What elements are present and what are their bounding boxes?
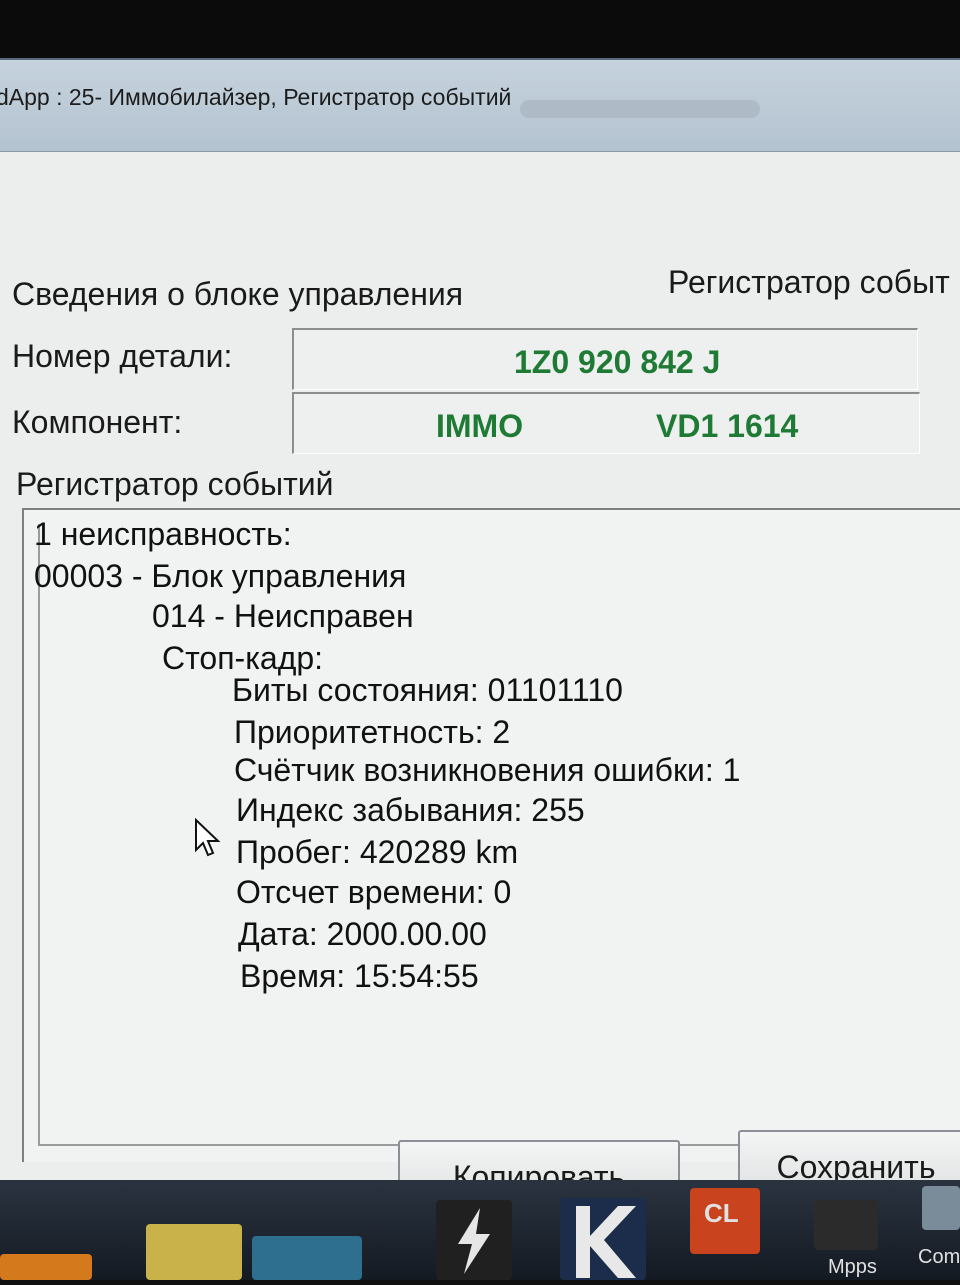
log-line-time-counter: Отсчет времени: 0 xyxy=(236,874,512,910)
app-icon-monitor[interactable] xyxy=(252,1236,362,1280)
log-line-forget-index: Индекс забывания: 255 xyxy=(236,792,585,828)
component-label: Компонент: xyxy=(12,404,183,440)
app-icon-mpps[interactable] xyxy=(814,1200,878,1250)
event-recorder-heading: Регистратор событ xyxy=(668,264,950,300)
component-version: VD1 1614 xyxy=(656,408,799,444)
app-icon-cl[interactable]: CL xyxy=(690,1188,760,1254)
component-field: IMMO VD1 1614 xyxy=(292,392,920,454)
app-icon-chip[interactable] xyxy=(146,1224,242,1280)
log-line-occurrence-counter: Счётчик возникновения ошибки: 1 xyxy=(234,752,741,788)
application-window: dApp : 25- Иммобилайзер, Регистратор соб… xyxy=(0,58,960,1214)
title-bar[interactable]: dApp : 25- Иммобилайзер, Регистратор соб… xyxy=(0,60,960,152)
app-icon-lightning[interactable] xyxy=(436,1200,512,1280)
app-icon-com[interactable] xyxy=(922,1186,960,1230)
app-icon-k[interactable] xyxy=(560,1198,646,1280)
part-number-label: Номер детали: xyxy=(12,338,233,374)
mouse-pointer-icon xyxy=(195,818,221,857)
event-log-label: Регистратор событий xyxy=(16,466,334,502)
log-line-fault-count: 1 неисправность: xyxy=(34,516,292,552)
mpps-label: Mpps xyxy=(828,1256,877,1278)
window-title: dApp : 25- Иммобилайзер, Регистратор соб… xyxy=(0,84,512,110)
title-blurred-text xyxy=(520,100,760,118)
app-icon-orange[interactable] xyxy=(0,1254,92,1280)
cl-icon-label: CL xyxy=(704,1198,739,1228)
window-content: Сведения о блоке управления Регистратор … xyxy=(0,152,960,1214)
component-name: IMMO xyxy=(436,408,524,444)
log-line-priority: Приоритетность: 2 xyxy=(234,714,511,750)
part-number-field: 1Z0 920 842 J xyxy=(292,328,918,390)
log-line-date: Дата: 2000.00.00 xyxy=(238,916,487,952)
section-title: Сведения о блоке управления xyxy=(12,276,464,312)
log-line-mileage: Пробег: 420289 km xyxy=(236,834,519,870)
log-line-fault-code: 00003 - Блок управления xyxy=(34,558,407,594)
log-line-status-bits: Биты состояния: 01101110 xyxy=(232,672,623,708)
com-label: Com xyxy=(918,1246,960,1268)
log-line-fault-type: 014 - Неисправен xyxy=(152,598,414,634)
screen: dApp : 25- Иммобилайзер, Регистратор соб… xyxy=(0,0,960,1280)
part-number-value: 1Z0 920 842 J xyxy=(514,344,721,380)
taskbar: CL Mpps Com xyxy=(0,1180,960,1280)
log-line-time: Время: 15:54:55 xyxy=(240,958,479,994)
